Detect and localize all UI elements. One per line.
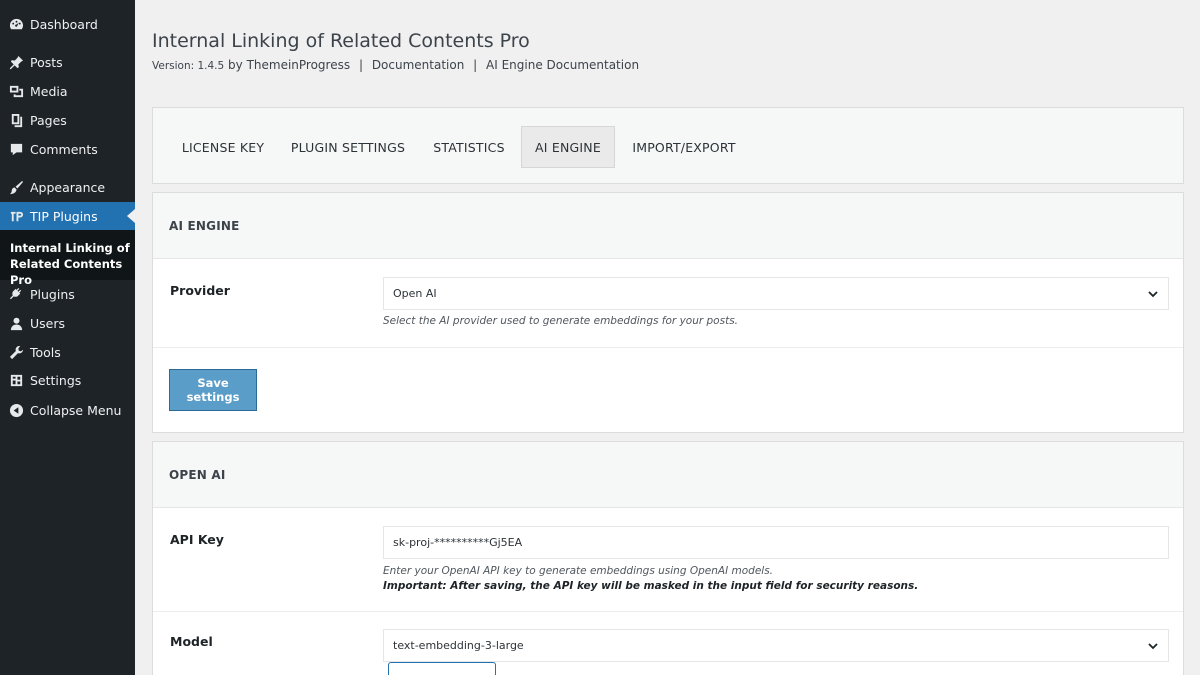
chevron-down-icon (1148, 643, 1158, 650)
provider-hint: Select the AI provider used to generate … (383, 315, 739, 327)
sidebar-item-label: Comments (30, 141, 98, 157)
pages-icon (0, 113, 30, 128)
collapse-icon (0, 403, 30, 418)
sidebar-item-media[interactable]: Media (0, 77, 135, 105)
panel-heading: OPEN AI (153, 442, 1183, 508)
ai-engine-panel: AI ENGINE Provider Open AI Select the AI… (152, 192, 1184, 433)
panel-heading: AI ENGINE (153, 193, 1183, 259)
model-label: Model (170, 634, 213, 649)
sidebar-item-settings[interactable]: Settings (0, 366, 135, 394)
ai-engine-documentation-link[interactable]: AI Engine Documentation (486, 58, 639, 72)
pin-icon (0, 55, 30, 70)
sidebar-item-label: Users (30, 315, 66, 331)
sidebar-item-tools[interactable]: Tools (0, 338, 135, 366)
open-ai-panel: OPEN AI API Key sk-proj-**********Gj5EA … (152, 441, 1184, 675)
provider-label: Provider (170, 283, 230, 298)
api-key-label: API Key (170, 532, 224, 547)
sidebar-item-label: Settings (30, 372, 82, 388)
user-icon (0, 316, 30, 331)
sidebar-item-dashboard[interactable]: Dashboard (0, 10, 135, 38)
comment-icon (0, 142, 30, 157)
chevron-down-icon (1148, 291, 1158, 298)
model-dropdown-list[interactable] (388, 662, 496, 675)
sidebar-item-label: Posts (30, 54, 63, 70)
sidebar-item-label: Dashboard (30, 16, 98, 32)
sidebar-item-plugins[interactable]: Plugins (0, 280, 135, 308)
api-key-value: sk-proj-**********Gj5EA (393, 536, 523, 549)
api-key-hint: Enter your OpenAI API key to generate em… (383, 565, 774, 577)
separator: | (358, 58, 363, 72)
admin-sidebar: Dashboard Posts Media Pages Comments App… (0, 0, 135, 675)
media-icon (0, 84, 30, 99)
sidebar-item-label: Media (30, 83, 68, 99)
author-link[interactable]: by ThemeinProgress (228, 58, 350, 72)
plug-icon (0, 287, 30, 302)
documentation-link[interactable]: Documentation (372, 58, 465, 72)
sidebar-item-label: Appearance (30, 179, 106, 195)
sidebar-item-tip-plugins[interactable]: TIP Plugins (0, 202, 135, 230)
sidebar-item-collapse-menu[interactable]: Collapse Menu (0, 396, 135, 424)
sidebar-item-label: Plugins (30, 286, 75, 302)
separator: | (473, 58, 478, 72)
sidebar-item-posts[interactable]: Posts (0, 48, 135, 76)
page-title: Internal Linking of Related Contents Pro (152, 30, 530, 52)
provider-select[interactable]: Open AI (383, 277, 1169, 310)
api-key-row: API Key sk-proj-**********Gj5EA Enter yo… (153, 509, 1183, 612)
tab-statistics[interactable]: STATISTICS (425, 126, 513, 168)
settings-tabs: LICENSE KEY PLUGIN SETTINGS STATISTICS A… (152, 107, 1184, 184)
tab-plugin-settings[interactable]: PLUGIN SETTINGS (283, 126, 413, 168)
sidebar-item-label: Collapse Menu (30, 402, 122, 418)
model-select[interactable]: text-embedding-3-large (383, 629, 1169, 662)
tab-license-key[interactable]: LICENSE KEY (173, 126, 273, 168)
tab-import-export[interactable]: IMPORT/EXPORT (625, 126, 743, 168)
sidebar-item-label: Tools (30, 344, 61, 360)
plugin-meta: Version: 1.4.5 by ThemeinProgress | Docu… (152, 58, 639, 72)
version-text: Version: 1.4.5 (152, 60, 225, 72)
save-settings-button[interactable]: Save settings (169, 369, 257, 411)
provider-row: Provider Open AI Select the AI provider … (153, 260, 1183, 348)
sidebar-item-label: Pages (30, 112, 67, 128)
wrench-icon (0, 345, 30, 360)
sidebar-item-comments[interactable]: Comments (0, 135, 135, 163)
api-key-input[interactable]: sk-proj-**********Gj5EA (383, 526, 1169, 559)
provider-selected-value: Open AI (393, 287, 437, 300)
tip-plugin-icon (0, 209, 30, 224)
sidebar-submenu: Internal Linking of Related Contents Pro (0, 230, 135, 287)
sidebar-item-pages[interactable]: Pages (0, 106, 135, 134)
model-selected-value: text-embedding-3-large (393, 639, 524, 652)
api-key-important-note: Important: After saving, the API key wil… (383, 580, 919, 592)
sidebar-item-appearance[interactable]: Appearance (0, 173, 135, 201)
sidebar-item-label: TIP Plugins (30, 208, 98, 224)
tab-ai-engine[interactable]: AI ENGINE (521, 126, 615, 168)
dashboard-icon (0, 17, 30, 32)
model-row: Model text-embedding-3-large (153, 612, 1183, 675)
brush-icon (0, 180, 30, 195)
settings-icon (0, 373, 30, 388)
sidebar-item-users[interactable]: Users (0, 309, 135, 337)
